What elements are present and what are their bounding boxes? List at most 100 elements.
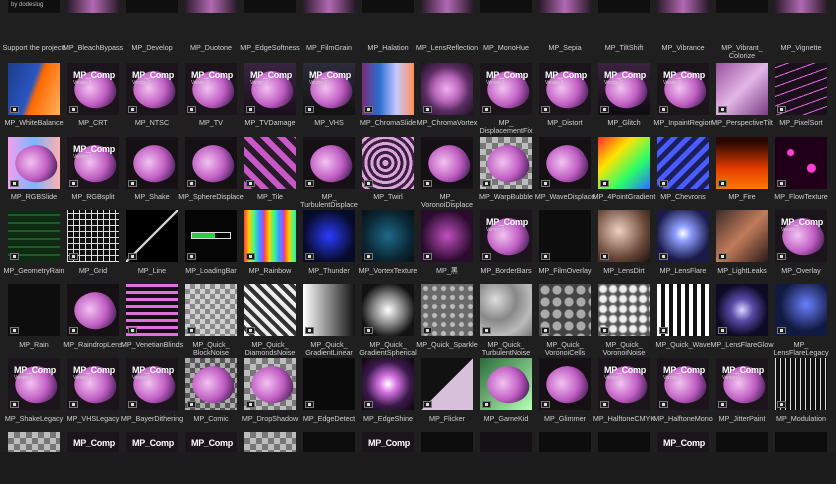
- effect-thumbnail[interactable]: [480, 284, 532, 336]
- effect-thumbnail[interactable]: [126, 284, 178, 336]
- effect-thumbnail[interactable]: [244, 137, 296, 189]
- effect-thumbnail[interactable]: [362, 137, 414, 189]
- effect-thumbnail[interactable]: [775, 284, 827, 336]
- effect-thumbnail[interactable]: [657, 0, 709, 13]
- effect-thumbnail[interactable]: MP_Comp Version 2: [539, 63, 591, 115]
- effect-thumbnail[interactable]: [598, 137, 650, 189]
- effect-thumbnail[interactable]: [244, 210, 296, 262]
- effect-thumbnail[interactable]: MP_Comp Version 2: [126, 63, 178, 115]
- effect-thumbnail[interactable]: [67, 210, 119, 262]
- effect-thumbnail-partial[interactable]: [539, 432, 591, 452]
- effect-thumbnail-partial[interactable]: [598, 432, 650, 452]
- effect-thumbnail[interactable]: [716, 63, 768, 115]
- effect-thumbnail[interactable]: MP_Comp Version 2: [598, 358, 650, 410]
- effect-thumbnail-partial[interactable]: MP_Comp: [362, 432, 414, 452]
- effect-label: MP_MonoHue: [483, 43, 529, 52]
- effect-thumbnail[interactable]: [716, 210, 768, 262]
- effect-thumbnail[interactable]: [362, 210, 414, 262]
- effect-thumbnail[interactable]: MP_Comp Version 2: [657, 358, 709, 410]
- effect-thumbnail[interactable]: [657, 137, 709, 189]
- effect-thumbnail[interactable]: [598, 284, 650, 336]
- effect-thumbnail-partial[interactable]: MP_Comp: [185, 432, 237, 452]
- effect-thumbnail-partial[interactable]: [480, 432, 532, 452]
- effect-thumbnail[interactable]: [480, 358, 532, 410]
- effect-thumbnail[interactable]: [775, 137, 827, 189]
- effect-thumbnail[interactable]: [598, 0, 650, 13]
- effect-thumbnail[interactable]: [362, 63, 414, 115]
- effect-label: MP_WaveDisplace: [534, 192, 596, 201]
- effect-thumbnail[interactable]: [775, 0, 827, 13]
- effect-thumbnail[interactable]: [244, 0, 296, 13]
- effect-thumbnail[interactable]: [362, 0, 414, 13]
- effect-thumbnail[interactable]: [8, 210, 60, 262]
- effect-thumbnail[interactable]: MP_Comp Version 2: [67, 137, 119, 189]
- effect-thumbnail-partial[interactable]: [244, 432, 296, 452]
- effect-thumbnail-partial[interactable]: [303, 432, 355, 452]
- effect-thumbnail[interactable]: MP_Comp Version 2: [480, 210, 532, 262]
- effect-thumbnail[interactable]: [8, 63, 60, 115]
- effect-thumbnail[interactable]: [8, 284, 60, 336]
- effect-thumbnail-partial[interactable]: MP_Comp: [126, 432, 178, 452]
- effect-thumbnail[interactable]: [716, 0, 768, 13]
- effect-thumbnail-partial[interactable]: [716, 432, 768, 452]
- effect-thumbnail[interactable]: [421, 284, 473, 336]
- effect-thumbnail[interactable]: [126, 0, 178, 13]
- effect-thumbnail[interactable]: [185, 210, 237, 262]
- effect-thumbnail[interactable]: MP_Comp Version 2: [8, 358, 60, 410]
- effect-thumbnail[interactable]: MP_Comp Version 2: [716, 358, 768, 410]
- effect-thumbnail-partial[interactable]: [421, 432, 473, 452]
- effect-thumbnail[interactable]: [657, 284, 709, 336]
- effect-thumbnail[interactable]: [539, 0, 591, 13]
- effect-thumbnail[interactable]: [539, 210, 591, 262]
- effect-thumbnail[interactable]: [303, 210, 355, 262]
- effect-thumbnail[interactable]: [598, 210, 650, 262]
- effect-thumbnail[interactable]: MP_Comp Version 2: [480, 63, 532, 115]
- effect-thumbnail[interactable]: [421, 137, 473, 189]
- effect-thumbnail-partial[interactable]: MP_Comp: [657, 432, 709, 452]
- effect-thumbnail[interactable]: [8, 137, 60, 189]
- effect-thumbnail[interactable]: [244, 358, 296, 410]
- effect-thumbnail-partial[interactable]: MP_Comp: [67, 432, 119, 452]
- effect-thumbnail[interactable]: [539, 284, 591, 336]
- effect-thumbnail[interactable]: [362, 284, 414, 336]
- effect-thumbnail[interactable]: MP_Comp Version 2: [126, 358, 178, 410]
- effect-thumbnail[interactable]: [126, 210, 178, 262]
- effect-thumbnail[interactable]: [362, 358, 414, 410]
- effect-thumbnail[interactable]: [539, 358, 591, 410]
- effect-thumbnail[interactable]: [716, 284, 768, 336]
- effect-thumbnail[interactable]: [657, 210, 709, 262]
- effect-thumbnail-partial[interactable]: [8, 432, 60, 452]
- effect-thumbnail[interactable]: [185, 284, 237, 336]
- effect-thumbnail[interactable]: [421, 210, 473, 262]
- effect-thumbnail[interactable]: MP_Comp Version 2: [657, 63, 709, 115]
- effect-thumbnail[interactable]: [67, 0, 119, 13]
- effect-thumbnail[interactable]: [421, 63, 473, 115]
- effect-thumbnail[interactable]: [185, 0, 237, 13]
- effect-thumbnail[interactable]: [185, 358, 237, 410]
- effect-thumbnail[interactable]: by dodeslug: [8, 0, 60, 13]
- effect-thumbnail[interactable]: [421, 0, 473, 13]
- effect-thumbnail[interactable]: MP_Comp Version 2: [67, 63, 119, 115]
- effect-thumbnail[interactable]: [775, 358, 827, 410]
- effect-thumbnail[interactable]: [539, 137, 591, 189]
- effect-thumbnail[interactable]: [244, 284, 296, 336]
- effect-thumbnail[interactable]: MP_Comp Version 2: [775, 210, 827, 262]
- effect-thumbnail[interactable]: MP_Comp Version 2: [598, 63, 650, 115]
- effect-thumbnail[interactable]: MP_Comp Version 2: [244, 63, 296, 115]
- effect-thumbnail[interactable]: MP_Comp Version 2: [185, 63, 237, 115]
- effect-thumbnail[interactable]: [480, 137, 532, 189]
- effect-thumbnail[interactable]: [185, 137, 237, 189]
- effect-thumbnail-partial[interactable]: [775, 432, 827, 452]
- effect-thumbnail[interactable]: [480, 0, 532, 13]
- effect-thumbnail[interactable]: [67, 284, 119, 336]
- effect-thumbnail[interactable]: MP_Comp Version 2: [303, 63, 355, 115]
- effect-thumbnail[interactable]: [303, 284, 355, 336]
- effect-thumbnail[interactable]: [716, 137, 768, 189]
- effect-thumbnail[interactable]: MP_Comp Version 2: [67, 358, 119, 410]
- effect-thumbnail[interactable]: [303, 137, 355, 189]
- effect-thumbnail[interactable]: [303, 358, 355, 410]
- effect-thumbnail[interactable]: [303, 0, 355, 13]
- effect-thumbnail[interactable]: [421, 358, 473, 410]
- effect-thumbnail[interactable]: [126, 137, 178, 189]
- effect-thumbnail[interactable]: [775, 63, 827, 115]
